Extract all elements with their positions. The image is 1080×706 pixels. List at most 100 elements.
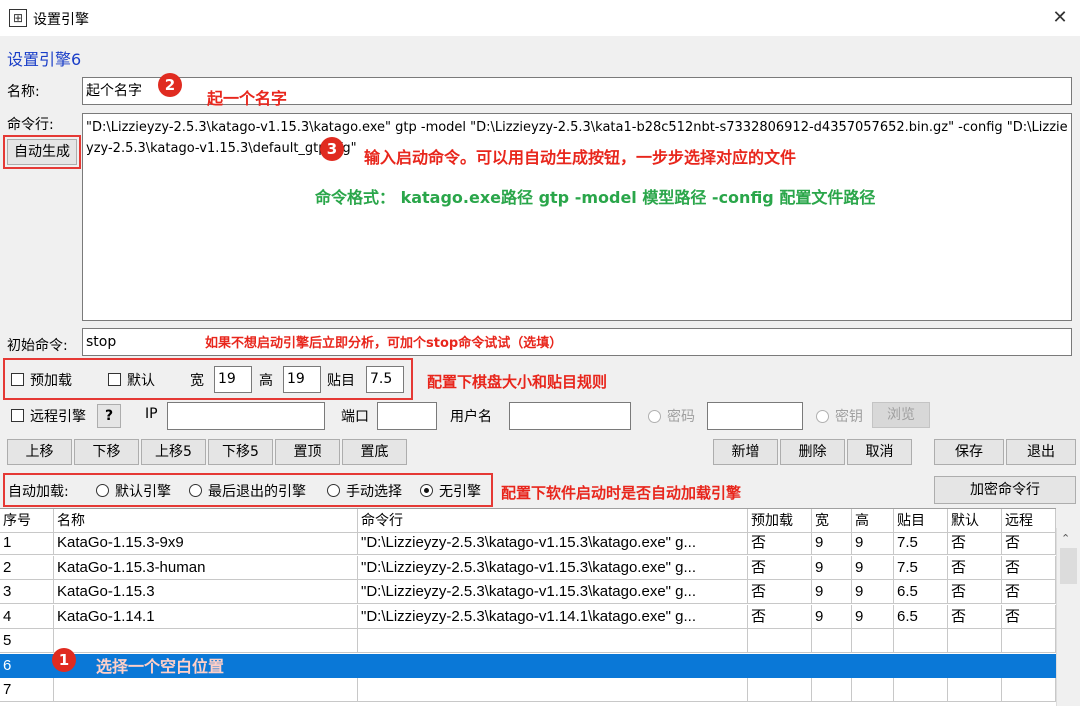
name-label: 名称: <box>7 84 40 100</box>
scrollbar-thumb[interactable] <box>1060 548 1077 584</box>
col-preload-cell: 否 <box>748 555 812 580</box>
move-down-5-button[interactable]: 下移5 <box>208 439 273 465</box>
select-row-annotation: 选择一个空白位置 <box>96 657 225 676</box>
table-row[interactable]: 7 <box>0 678 1056 702</box>
autoload-manual-radio[interactable] <box>327 484 340 497</box>
col-name-cell <box>54 678 358 702</box>
move-top-button[interactable]: 置顶 <box>275 439 340 465</box>
col-default-cell: 否 <box>948 531 1002 555</box>
table-row[interactable]: 2 KataGo-1.15.3-human "D:\Lizzieyzy-2.5.3\… <box>0 555 1056 580</box>
name-value: 起个名字 <box>86 83 142 99</box>
add-button[interactable]: 新增 <box>713 439 778 465</box>
move-down-button[interactable]: 下移 <box>74 439 139 465</box>
col-preload-cell: 否 <box>748 604 812 629</box>
komi-input[interactable]: 7.5 <box>366 366 404 393</box>
col-komi-cell: 贴目 <box>894 509 948 533</box>
command-format-annotation: 命令格式： katago.exe路径 gtp -model 模型路径 -conf… <box>315 188 876 207</box>
autoload-last-radio[interactable] <box>189 484 202 497</box>
col-height-cell <box>852 653 894 678</box>
col-command-cell: "D:\Lizzieyzy-2.5.3\katago-v1.14.1\katag… <box>358 604 748 629</box>
col-name-cell: KataGo-1.15.3-9x9 <box>54 531 358 555</box>
col-width-cell: 9 <box>812 580 852 604</box>
col-preload-cell: 否 <box>748 531 812 555</box>
col-komi-cell: 7.5 <box>894 555 948 580</box>
col-preload-cell <box>748 629 812 653</box>
default-label: 默认 <box>127 373 155 389</box>
col-default-cell: 默认 <box>948 509 1002 533</box>
browse-button[interactable]: 浏览 <box>872 402 930 428</box>
board-width-input[interactable]: 19 <box>214 366 252 393</box>
exit-button[interactable]: 退出 <box>1006 439 1076 465</box>
autoload-default-radio[interactable] <box>96 484 109 497</box>
col-remote-cell <box>1002 653 1056 678</box>
move-bottom-button[interactable]: 置底 <box>342 439 407 465</box>
key-radio[interactable] <box>816 410 829 423</box>
col-remote-cell: 否 <box>1002 604 1056 629</box>
komi-value: 7.5 <box>370 371 393 387</box>
remote-engine-checkbox[interactable] <box>11 409 24 422</box>
table-row[interactable]: 5 <box>0 629 1056 653</box>
port-label: 端口 <box>341 409 369 425</box>
col-default-cell <box>948 629 1002 653</box>
step-2-marker: 2 <box>158 73 182 97</box>
remote-engine-label: 远程引擎 <box>30 409 86 425</box>
col-command-cell: "D:\Lizzieyzy-2.5.3\katago-v1.15.3\katag… <box>358 531 748 555</box>
col-height-cell: 高 <box>852 509 894 533</box>
table-header[interactable]: 序号 名称 命令行 预加载宽高贴目 默认 远程 <box>0 509 1056 533</box>
ip-label: IP <box>145 406 158 422</box>
col-command-cell: 命令行 <box>358 509 748 533</box>
port-input[interactable] <box>377 402 437 430</box>
col-command-cell <box>358 629 748 653</box>
col-width-cell: 9 <box>812 531 852 555</box>
remote-help-button[interactable]: ? <box>97 404 121 428</box>
scroll-up-icon[interactable]: ⌃ <box>1061 532 1070 545</box>
command-label: 命令行: <box>7 117 54 133</box>
delete-button[interactable]: 删除 <box>780 439 845 465</box>
col-name-cell: KataGo-1.15.3-human <box>54 555 358 580</box>
autoload-annotation: 配置下软件启动时是否自动加载引擎 <box>501 484 742 502</box>
window-title: 设置引擎 <box>33 12 89 28</box>
col-remote-cell <box>1002 678 1056 702</box>
table-scrollbar[interactable]: ⌃ <box>1056 528 1080 706</box>
col-width-cell <box>812 678 852 702</box>
close-icon[interactable]: ✕ <box>1048 6 1072 30</box>
table-row[interactable]: 1 KataGo-1.15.3-9x9 "D:\Lizzieyzy-2.5.3\ka… <box>0 531 1056 555</box>
col-command-cell: "D:\Lizzieyzy-2.5.3\katago-v1.15.3\katag… <box>358 580 748 604</box>
autoload-none-radio[interactable] <box>420 484 433 497</box>
col-width-cell: 9 <box>812 604 852 629</box>
table-row[interactable]: 3 KataGo-1.15.3 "D:\Lizzieyzy-2.5.3\katago… <box>0 580 1056 604</box>
preload-checkbox[interactable] <box>11 373 24 386</box>
board-height-input[interactable]: 19 <box>283 366 321 393</box>
auto-generate-button[interactable]: 自动生成 <box>7 139 77 165</box>
table-row[interactable]: 4 KataGo-1.14.1 "D:\Lizzieyzy-2.5.3\katago… <box>0 604 1056 629</box>
col-komi-cell <box>894 678 948 702</box>
password-label: 密码 <box>667 409 695 425</box>
col-default-cell <box>948 678 1002 702</box>
encrypt-command-button[interactable]: 加密命令行 <box>934 476 1076 504</box>
ip-input[interactable] <box>167 402 325 430</box>
dialog-heading: 设置引擎6 <box>7 50 82 69</box>
col-komi-cell <box>894 629 948 653</box>
cancel-button[interactable]: 取消 <box>847 439 912 465</box>
default-checkbox[interactable] <box>108 373 121 386</box>
col-remote-cell <box>1002 629 1056 653</box>
komi-label: 贴目 <box>327 373 355 389</box>
col-name-cell: KataGo-1.15.3 <box>54 580 358 604</box>
col-index-cell: 1 <box>0 531 54 555</box>
username-input[interactable] <box>509 402 631 430</box>
col-default-cell <box>948 653 1002 678</box>
save-button[interactable]: 保存 <box>934 439 1004 465</box>
board-height-value: 19 <box>287 371 305 387</box>
init-command-label: 初始命令: <box>7 338 68 354</box>
move-up-button[interactable]: 上移 <box>7 439 72 465</box>
move-up-5-button[interactable]: 上移5 <box>141 439 206 465</box>
col-width-cell: 9 <box>812 555 852 580</box>
password-radio[interactable] <box>648 410 661 423</box>
col-command-cell: "D:\Lizzieyzy-2.5.3\katago-v1.15.3\katag… <box>358 555 748 580</box>
step-1-marker: 1 <box>52 648 76 672</box>
col-width-cell <box>812 629 852 653</box>
password-input[interactable] <box>707 402 803 430</box>
col-width-cell <box>812 653 852 678</box>
autoload-default-label: 默认引擎 <box>115 484 171 500</box>
width-label: 宽 <box>190 373 204 389</box>
